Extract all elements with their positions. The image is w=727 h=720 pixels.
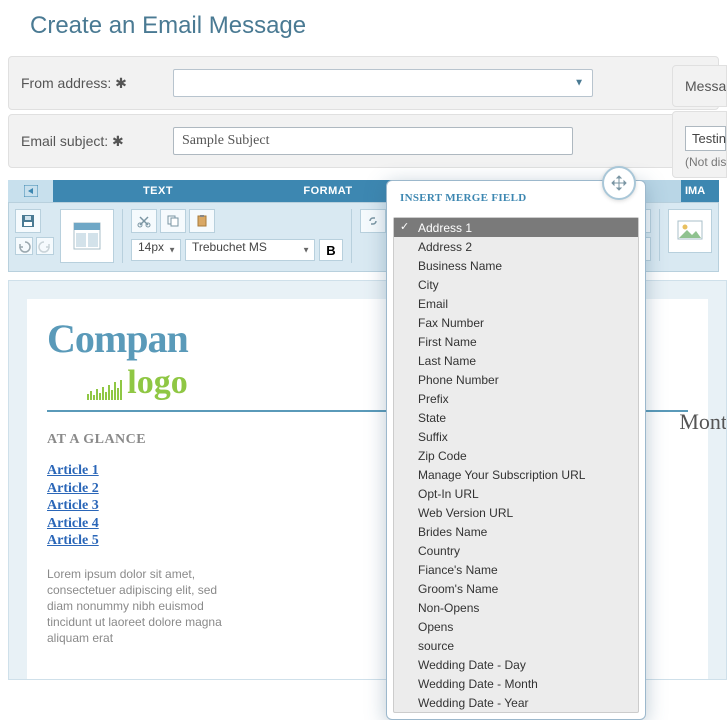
tab-image[interactable]: IMA xyxy=(681,180,719,202)
merge-field-item[interactable]: Country xyxy=(394,541,638,560)
merge-field-item[interactable]: Opt-In URL xyxy=(394,484,638,503)
merge-field-item[interactable]: First Name xyxy=(394,332,638,351)
from-address-row: From address: ✱ ▼ xyxy=(8,56,719,110)
merge-field-list[interactable]: Address 1Address 2Business NameCityEmail… xyxy=(394,218,638,712)
lorem-text: Lorem ipsum dolor sit amet, consectetuer… xyxy=(47,566,237,647)
tab-format[interactable]: FORMAT xyxy=(263,180,393,202)
merge-field-item[interactable]: Groom's Name xyxy=(394,579,638,598)
merge-field-item[interactable]: Wedding Date - Day xyxy=(394,655,638,674)
merge-field-item[interactable]: Address 2 xyxy=(394,237,638,256)
tab-text[interactable]: TEXT xyxy=(53,180,263,202)
merge-field-item[interactable]: Wedding Date - Year xyxy=(394,693,638,712)
merge-field-item[interactable]: Fax Number xyxy=(394,313,638,332)
undo-icon[interactable] xyxy=(15,237,33,255)
merge-field-item[interactable]: Business Name xyxy=(394,256,638,275)
merge-field-item[interactable]: Fiance's Name xyxy=(394,560,638,579)
month-label: Month xyxy=(679,409,727,435)
merge-field-item[interactable]: Suffix xyxy=(394,427,638,446)
merge-field-item[interactable]: Non-Opens xyxy=(394,598,638,617)
copy-icon[interactable] xyxy=(160,209,186,233)
page-title: Create an Email Message xyxy=(0,0,727,52)
merge-field-item[interactable]: Last Name xyxy=(394,351,638,370)
email-subject-row: Email subject: ✱ xyxy=(8,114,719,168)
from-address-select[interactable]: ▼ xyxy=(173,69,593,97)
merge-field-title: INSERT MERGE FIELD xyxy=(400,192,526,204)
email-subject-label: Email subject: ✱ xyxy=(21,133,161,150)
link-icon[interactable] xyxy=(360,209,386,233)
merge-field-item[interactable]: Web Version URL xyxy=(394,503,638,522)
merge-field-item[interactable]: Brides Name xyxy=(394,522,638,541)
merge-field-item[interactable]: Manage Your Subscription URL xyxy=(394,465,638,484)
merge-field-item[interactable]: Phone Number xyxy=(394,370,638,389)
redo-icon[interactable] xyxy=(36,237,54,255)
merge-field-item[interactable]: Opens xyxy=(394,617,638,636)
merge-field-item[interactable]: Email xyxy=(394,294,638,313)
message-name-input[interactable]: Testing xyxy=(685,126,726,151)
cut-icon[interactable] xyxy=(131,209,157,233)
merge-field-item[interactable]: Prefix xyxy=(394,389,638,408)
bold-button[interactable]: B xyxy=(319,239,343,261)
font-size-select[interactable]: 14px▼ xyxy=(131,239,181,261)
merge-field-item[interactable]: Wedding Date - Month xyxy=(394,674,638,693)
collapse-icon[interactable] xyxy=(8,180,53,202)
paste-icon[interactable] xyxy=(189,209,215,233)
message-note: (Not dis xyxy=(685,155,726,169)
image-insert-button[interactable] xyxy=(668,209,712,253)
email-subject-input[interactable] xyxy=(173,127,573,155)
message-testing-row: Testing (Not dis xyxy=(672,111,727,178)
merge-field-item[interactable]: State xyxy=(394,408,638,427)
message-name-row: Message xyxy=(672,65,727,107)
chevron-down-icon: ▼ xyxy=(574,78,584,89)
merge-field-popup: INSERT MERGE FIELD Address 1Address 2Bus… xyxy=(386,180,646,720)
message-name-label: Message xyxy=(685,78,727,94)
merge-field-item[interactable]: City xyxy=(394,275,638,294)
from-address-label: From address: ✱ xyxy=(21,75,161,92)
merge-field-item[interactable]: source xyxy=(394,636,638,655)
merge-field-item[interactable]: Address 1 xyxy=(394,218,638,237)
company-logo: Compan logo xyxy=(47,315,188,402)
save-icon[interactable] xyxy=(15,209,41,233)
font-face-select[interactable]: Trebuchet MS▼ xyxy=(185,239,315,261)
layout-template-button[interactable] xyxy=(60,209,114,263)
merge-field-item[interactable]: Zip Code xyxy=(394,446,638,465)
move-icon[interactable] xyxy=(602,166,636,200)
